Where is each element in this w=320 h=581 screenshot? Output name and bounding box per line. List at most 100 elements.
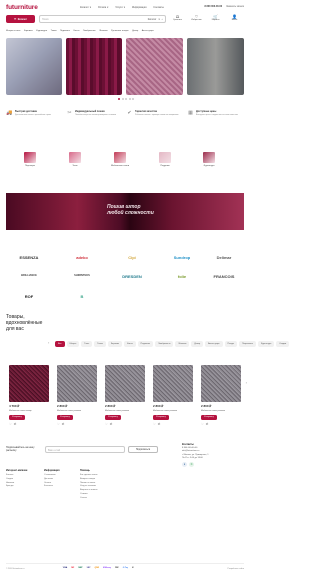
logo[interactable]: futurniture <box>6 4 38 12</box>
brand-logo[interactable]: ESSENZA <box>7 251 51 263</box>
compare-icon[interactable]: ⇄ <box>62 422 65 427</box>
whatsapp-icon[interactable]: ✆ <box>189 462 194 468</box>
footer-link[interactable]: Как сделать заказ <box>80 474 98 478</box>
category-card[interactable]: Портьеры <box>15 152 45 168</box>
category-menu-item[interactable]: Фурнитура <box>36 30 47 33</box>
product-name[interactable]: Мебельная ткань велюр <box>9 410 49 413</box>
compare-icon[interactable]: ⇄ <box>158 422 161 427</box>
hero-banner-1[interactable] <box>6 38 62 95</box>
tab-1[interactable]: Шторы <box>66 341 80 347</box>
favorite-icon[interactable]: ♡ <box>9 422 12 427</box>
vk-icon[interactable]: в <box>182 462 187 468</box>
brand-logo[interactable]: adeko <box>60 251 104 263</box>
add-to-cart-button[interactable]: В корзину <box>201 415 217 421</box>
category-card[interactable]: Фурнитура <box>194 152 224 168</box>
product-name[interactable]: Мебельная ткань рогожка <box>153 410 193 413</box>
category-menu-item[interactable]: Жалюзи <box>99 30 107 33</box>
category-menu-item[interactable]: Декор <box>132 30 138 33</box>
footer-link[interactable]: Возврат товара <box>80 478 98 482</box>
callback-link[interactable]: Заказать звонок <box>226 5 244 8</box>
slider-dot[interactable] <box>118 98 120 100</box>
tab-0[interactable]: Все <box>55 341 65 347</box>
category-menu-item[interactable]: Подхваты <box>60 30 70 33</box>
tab-9[interactable]: Декор <box>191 341 204 347</box>
product-card[interactable]: 2 800 ₽ Мебельная ткань рогожка В корзину ♡… <box>57 365 97 427</box>
tab-2[interactable]: Тюль <box>81 341 93 347</box>
header-icon-3[interactable]: 👤 Войти <box>227 14 242 22</box>
slider-dot[interactable] <box>128 98 131 100</box>
brand-logo[interactable]: ROF <box>7 290 51 302</box>
top-nav-item[interactable]: Оплата <box>98 6 106 9</box>
slider-dot[interactable] <box>132 98 134 100</box>
tab-3[interactable]: Ткани <box>94 341 106 347</box>
favorite-icon[interactable]: ♡ <box>201 422 204 427</box>
subscribe-button[interactable]: Подписаться <box>128 446 158 453</box>
brand-logo[interactable]: Cipi <box>110 251 154 263</box>
header-icon-2[interactable]: 🛒 Корзина <box>208 14 223 22</box>
tab-4[interactable]: Карнизы <box>107 341 123 347</box>
product-image[interactable] <box>57 365 97 402</box>
product-card[interactable]: 4 700 ₽ Мебельная ткань велюр В корзину ♡ ⇄ <box>9 365 49 427</box>
hero-banner-4[interactable] <box>187 38 244 95</box>
favorite-icon[interactable]: ♡ <box>105 422 108 427</box>
header-icon-1[interactable]: ♡ Избранное <box>189 14 204 22</box>
category-menu-item[interactable]: Шторы и тюль <box>6 30 20 33</box>
top-nav-item[interactable]: Контакты <box>154 6 164 9</box>
product-card[interactable]: 2 800 ₽ Мебельная ткань рогожка В корзину ♡… <box>201 365 241 427</box>
category-menu-item[interactable]: Карнизы <box>24 30 33 33</box>
tab-14[interactable]: Скидки <box>276 341 290 347</box>
add-to-cart-button[interactable]: В корзину <box>9 415 25 421</box>
product-image[interactable] <box>9 365 49 402</box>
category-card[interactable]: Подушки <box>150 152 180 168</box>
arrow-left-icon[interactable]: ‹ <box>48 340 49 345</box>
product-image[interactable] <box>105 365 145 402</box>
category-menu-item[interactable]: Кисти <box>73 30 79 33</box>
compare-icon[interactable]: ⇄ <box>206 422 209 427</box>
product-card[interactable]: 2 800 ₽ Мебельная ткань рогожка В корзину ♡… <box>153 365 193 427</box>
tab-5[interactable]: Кисти <box>124 341 136 347</box>
category-menu-item[interactable]: Рулонные шторы <box>111 30 129 33</box>
category-card[interactable]: Мебельные ткани <box>105 152 135 168</box>
hero-banner-2[interactable] <box>66 38 122 95</box>
add-to-cart-button[interactable]: В корзину <box>57 415 73 421</box>
brand-logo[interactable]: FRANCOIS <box>202 270 246 282</box>
brand-logo[interactable]: DRESDEN <box>110 270 154 282</box>
top-nav-item[interactable]: Информация <box>132 6 147 9</box>
tab-6[interactable]: Подхваты <box>137 341 154 347</box>
tab-13[interactable]: Фурнитура <box>257 341 275 347</box>
hero-banner-3[interactable] <box>126 38 183 95</box>
search-icon[interactable]: ⌕ <box>162 18 163 21</box>
arrow-right-icon[interactable]: › <box>246 380 247 385</box>
top-nav-item[interactable]: Услуги <box>115 6 122 9</box>
developer-link[interactable]: Разработка сайта <box>228 568 244 571</box>
catalog-button[interactable]: ☰ Каталог <box>6 15 35 23</box>
header-icon-0[interactable]: ⚖ Сравнить <box>170 14 185 22</box>
tab-12[interactable]: Покрывала <box>239 341 256 347</box>
search-category-select[interactable]: Каталог ▾ ⌕ <box>148 18 163 21</box>
brand-logo[interactable]: BRILLIANCE <box>7 270 51 282</box>
tab-8[interactable]: Жалюзи <box>175 341 190 347</box>
tab-10[interactable]: Аксессуары <box>205 341 223 347</box>
category-card[interactable]: Тюль <box>60 152 90 168</box>
product-name[interactable]: Мебельная ткань рогожка <box>201 410 241 413</box>
category-menu-item[interactable]: Аксессуары <box>142 30 154 33</box>
footer-link[interactable]: Бренды <box>6 485 27 489</box>
email-field[interactable]: Ваш e-mail <box>45 446 125 453</box>
add-to-cart-button[interactable]: В корзину <box>153 415 169 421</box>
footer-link[interactable]: Статьи <box>80 497 98 501</box>
slider-dot[interactable] <box>121 98 124 100</box>
tab-11[interactable]: Пледы <box>224 341 238 347</box>
category-menu-item[interactable]: Ткани <box>51 30 57 33</box>
tab-7[interactable]: Ламбрекены <box>155 341 174 347</box>
favorite-icon[interactable]: ♡ <box>153 422 156 427</box>
favorite-icon[interactable]: ♡ <box>57 422 60 427</box>
compare-icon[interactable]: ⇄ <box>14 422 17 427</box>
header-phone[interactable]: 8 800 000-00-00 <box>205 5 223 8</box>
product-image[interactable] <box>201 365 241 402</box>
product-name[interactable]: Мебельная ткань рогожка <box>105 410 145 413</box>
category-menu-item[interactable]: Ламбрекены <box>83 30 96 33</box>
compare-icon[interactable]: ⇄ <box>110 422 113 427</box>
slider-dot[interactable] <box>125 98 127 100</box>
brand-logo[interactable]: SHIRINTEKS <box>60 270 104 282</box>
product-card[interactable]: 2 800 ₽ Мебельная ткань рогожка В корзину ♡… <box>105 365 145 427</box>
